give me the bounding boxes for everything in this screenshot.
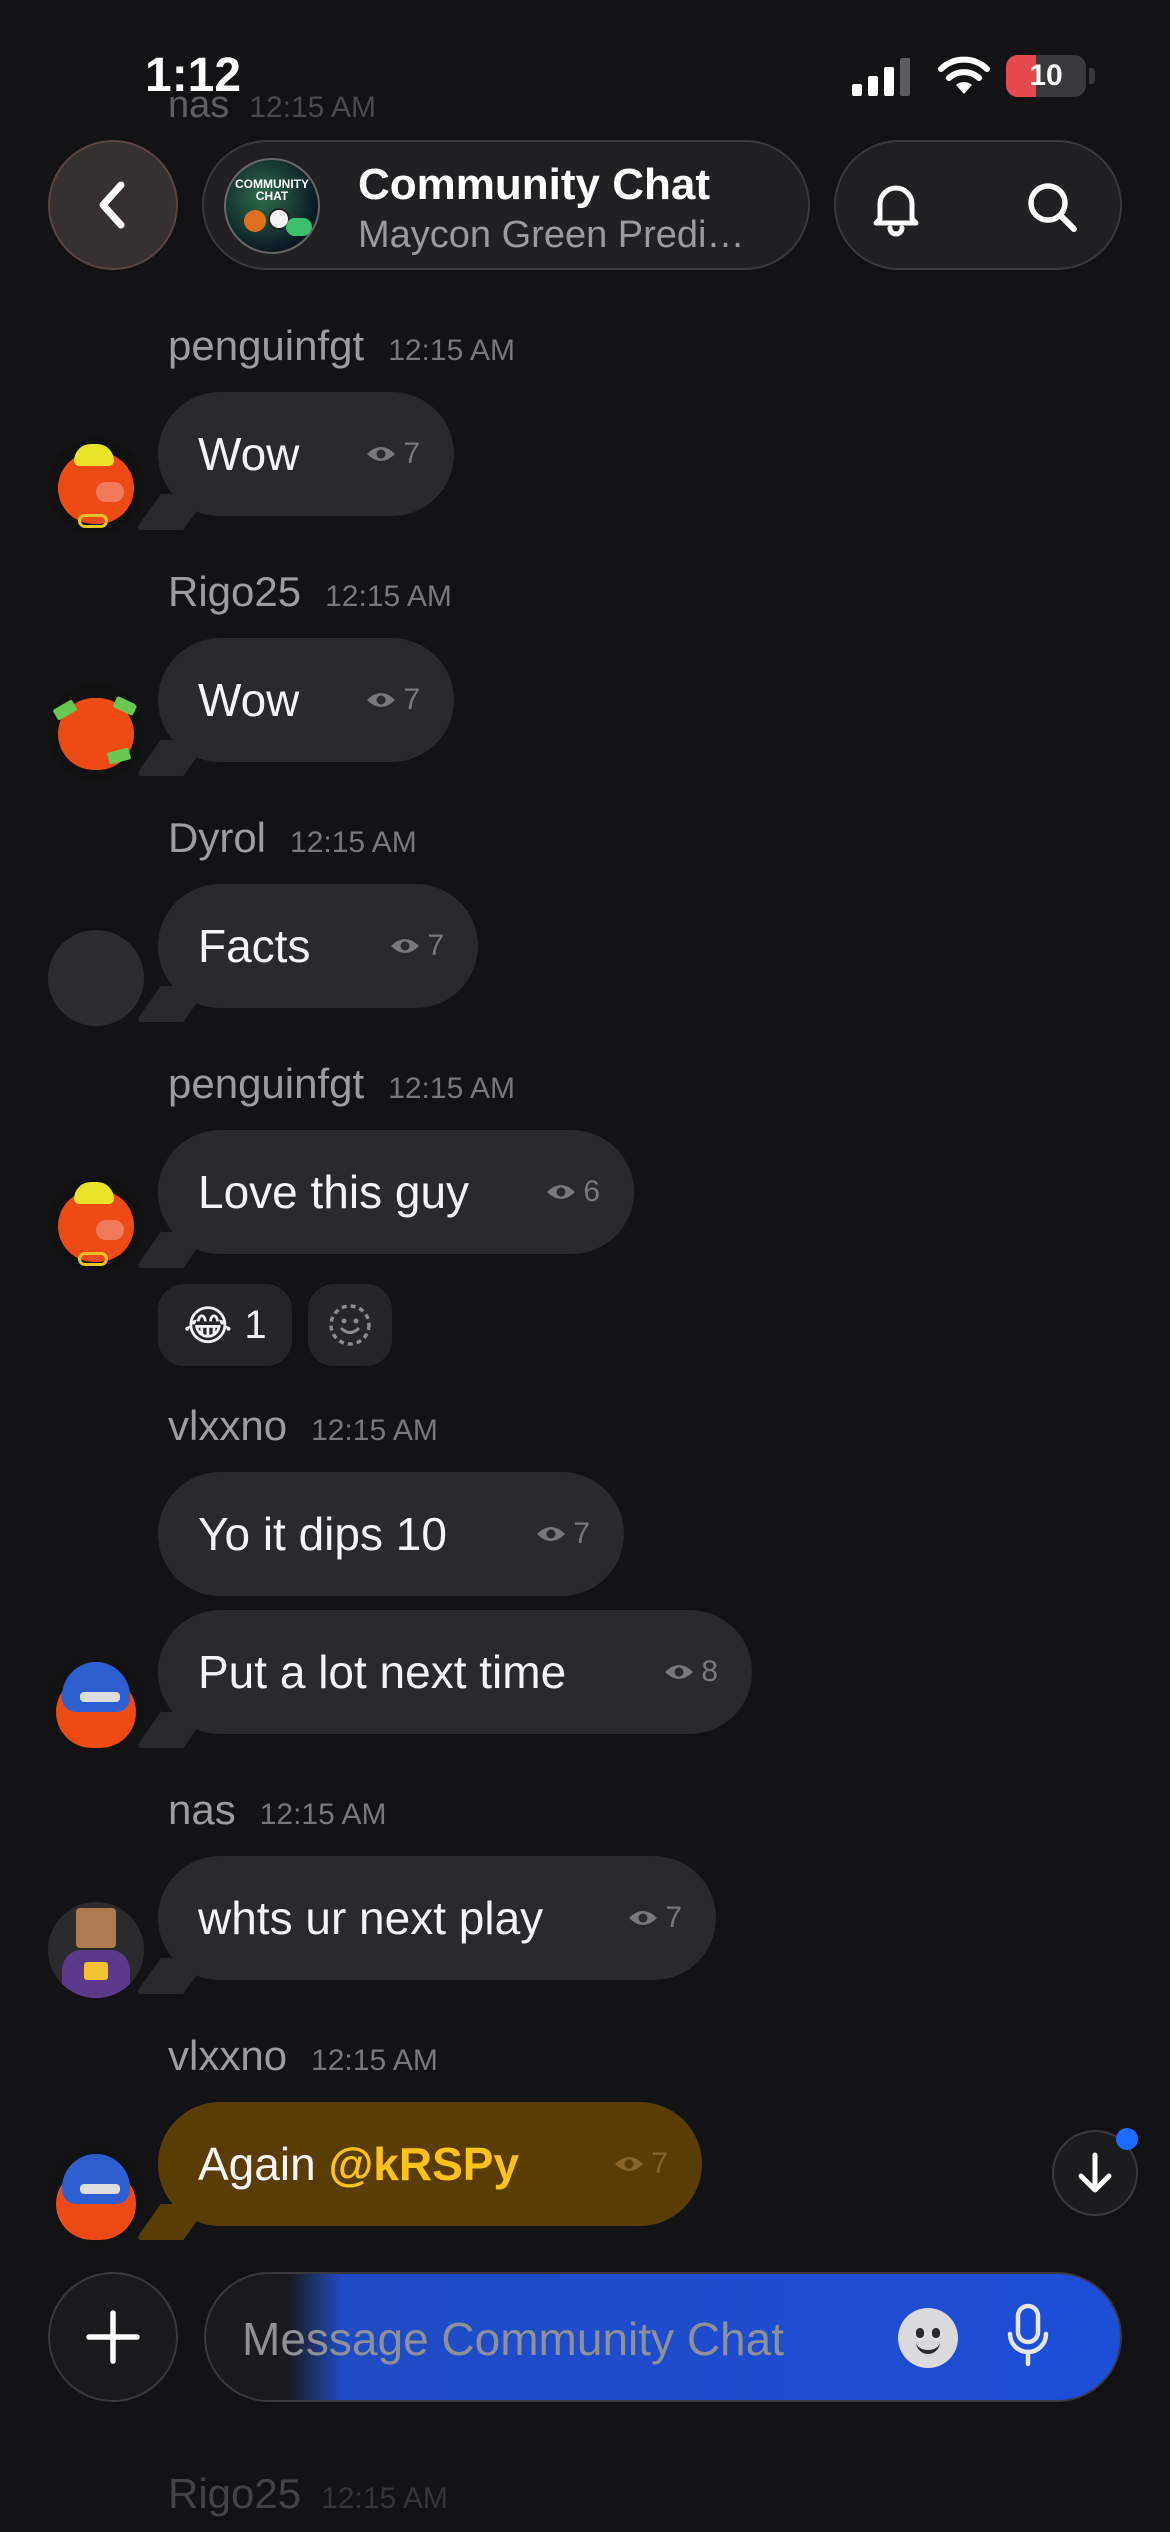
message-header: vlxxno 12:15 AM	[168, 2032, 438, 2080]
message-header: vlxxno 12:15 AM	[168, 1402, 438, 1450]
message-bubble[interactable]: Wow 7	[135, 392, 454, 530]
message-composer: Message Community Chat	[0, 2268, 1170, 2418]
attach-button[interactable]	[48, 2272, 178, 2402]
emoji-icon[interactable]	[898, 2308, 958, 2368]
eye-icon	[367, 447, 396, 461]
message-time: 12:15 AM	[259, 1798, 387, 1831]
sender-name[interactable]: nas	[168, 1786, 236, 1833]
laughing-emoji-icon: 😂	[183, 1301, 233, 1349]
view-count: 7	[365, 437, 420, 471]
bell-icon	[873, 185, 919, 237]
message-header: Rigo25 12:15 AM	[168, 568, 452, 616]
status-time: 1:12	[145, 49, 242, 102]
chat-title: Community Chat	[358, 160, 710, 209]
notifications-button[interactable]	[856, 167, 936, 247]
battery-level: 10	[1029, 59, 1063, 92]
chat-avatar: COMMUNITY CHAT	[224, 158, 320, 254]
battery-icon: 10	[1006, 55, 1086, 97]
chat-info-button[interactable]: COMMUNITY CHAT Community Chat Maycon Gre…	[202, 140, 810, 270]
eye-icon	[615, 2157, 644, 2171]
message-input-placeholder: Message Community Chat	[242, 2313, 784, 2365]
message-header: penguinfgt 12:15 AM	[168, 322, 515, 370]
cellular-signal-icon	[852, 58, 910, 96]
add-reaction-button[interactable]	[308, 1284, 392, 1366]
message-header: nas 12:15 AM	[168, 1786, 386, 1834]
unread-indicator	[1116, 2128, 1138, 2150]
avatar[interactable]	[48, 2148, 144, 2244]
sender-name[interactable]: vlxxno	[168, 1402, 287, 1449]
view-count: 7	[535, 1517, 590, 1551]
arrow-down-icon	[1078, 2152, 1112, 2193]
message-bubble[interactable]: whts ur next play 7	[135, 1856, 716, 1994]
chat-subtitle: Maycon Green Predi…	[358, 214, 745, 256]
plus-icon	[86, 2310, 140, 2364]
avatar[interactable]	[48, 930, 144, 1026]
message-header: Dyrol 12:15 AM	[168, 814, 417, 862]
eye-icon	[629, 1911, 658, 1925]
avatar[interactable]	[48, 1176, 144, 1272]
reaction-count: 1	[244, 1302, 267, 1347]
view-count: 8	[663, 1655, 718, 1689]
message-bubble[interactable]: Love this guy 6	[135, 1130, 634, 1268]
sender-name[interactable]: penguinfgt	[168, 1060, 364, 1107]
message-text: Facts	[198, 920, 311, 972]
chevron-left-icon	[99, 181, 125, 229]
add-emoji-icon	[329, 1304, 371, 1346]
message-input[interactable]: Message Community Chat	[204, 2272, 1122, 2402]
search-button[interactable]	[1012, 167, 1092, 247]
view-count: 7	[389, 929, 444, 963]
sender-name[interactable]: vlxxno	[168, 2032, 287, 2079]
eye-icon	[537, 1527, 566, 1541]
eye-icon	[367, 693, 396, 707]
message-text: Again @kRSPy	[198, 2138, 520, 2190]
reaction-chip[interactable]: 😂 1	[158, 1284, 292, 1366]
header-actions	[834, 140, 1122, 270]
message-time: 12:15 AM	[325, 580, 452, 613]
message-time: 12:15 AM	[311, 1414, 438, 1447]
message-time: 12:15 AM	[311, 2044, 438, 2077]
avatar[interactable]	[48, 684, 144, 780]
view-count: 7	[613, 2147, 668, 2181]
message-bubble[interactable]: Wow 7	[135, 638, 454, 776]
avatar[interactable]	[48, 1902, 144, 1998]
message-bubble[interactable]: Put a lot next time 8	[135, 1610, 752, 1748]
message-text: Yo it dips 10	[198, 1508, 447, 1560]
message-time: 12:15 AM	[388, 334, 515, 367]
wifi-icon	[938, 56, 990, 94]
eye-icon	[391, 939, 420, 953]
message-text: Wow	[198, 674, 300, 726]
microphone-icon[interactable]	[1004, 2302, 1052, 2372]
eye-icon	[665, 1665, 694, 1679]
message-text: Put a lot next time	[198, 1646, 567, 1698]
message-bubble[interactable]: Yo it dips 10 7	[158, 1472, 624, 1596]
message-bubble-mention[interactable]: Again @kRSPy 7	[135, 2102, 702, 2240]
view-count: 6	[545, 1175, 600, 1209]
back-button[interactable]	[48, 140, 178, 270]
sender-name[interactable]: Rigo25	[168, 568, 301, 615]
status-bar: 1:12 10	[0, 0, 1170, 150]
avatar[interactable]	[48, 438, 144, 534]
sender-name[interactable]: penguinfgt	[168, 322, 364, 369]
message-text: Wow	[198, 428, 300, 480]
eye-icon	[547, 1185, 576, 1199]
chat-header: COMMUNITY CHAT Community Chat Maycon Gre…	[0, 140, 1170, 275]
mention-link[interactable]: @kRSPy	[328, 2138, 519, 2190]
message-bubble[interactable]: Facts 7	[135, 884, 478, 1022]
sender-name[interactable]: Dyrol	[168, 814, 266, 861]
view-count: 7	[627, 1901, 682, 1935]
message-time: 12:15 AM	[388, 1072, 515, 1105]
next-message-header: Rigo25 12:15 AM	[168, 2470, 448, 2517]
view-count: 7	[365, 683, 420, 717]
message-text: Love this guy	[198, 1166, 470, 1218]
message-text: whts ur next play	[198, 1892, 544, 1944]
avatar[interactable]	[48, 1656, 144, 1752]
search-icon	[1028, 183, 1077, 232]
message-time: 12:15 AM	[290, 826, 417, 859]
message-header: penguinfgt 12:15 AM	[168, 1060, 515, 1108]
message-list: penguinfgt 12:15 AM Wow 7 Rigo25 12:15 AM …	[0, 0, 1170, 2532]
